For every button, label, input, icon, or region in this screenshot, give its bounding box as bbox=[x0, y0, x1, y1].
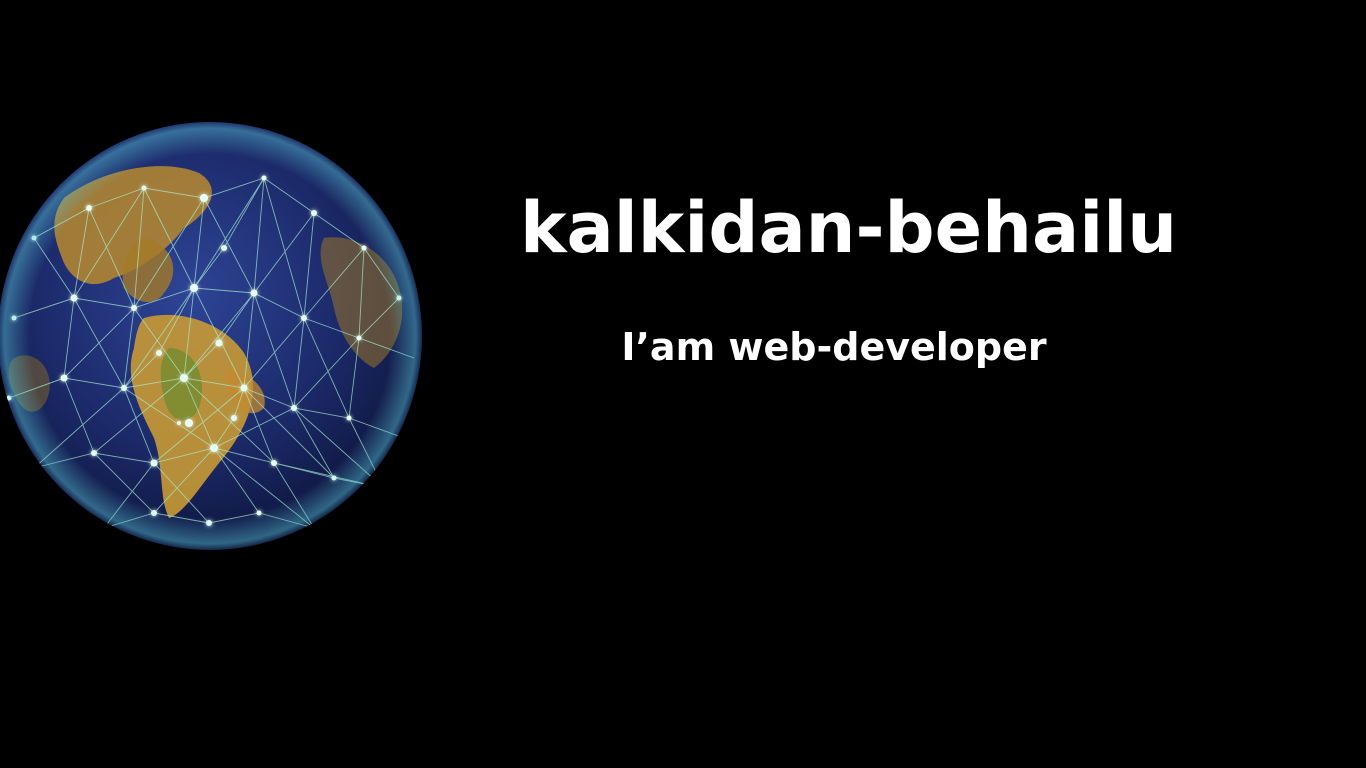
hero-title: kalkidan-behailu bbox=[520, 187, 1178, 269]
network-globe-icon bbox=[0, 118, 426, 554]
hero-slide: kalkidan-behailu I’am web-developer bbox=[0, 0, 1366, 768]
hero-tagline: I’am web-developer bbox=[621, 325, 1047, 369]
